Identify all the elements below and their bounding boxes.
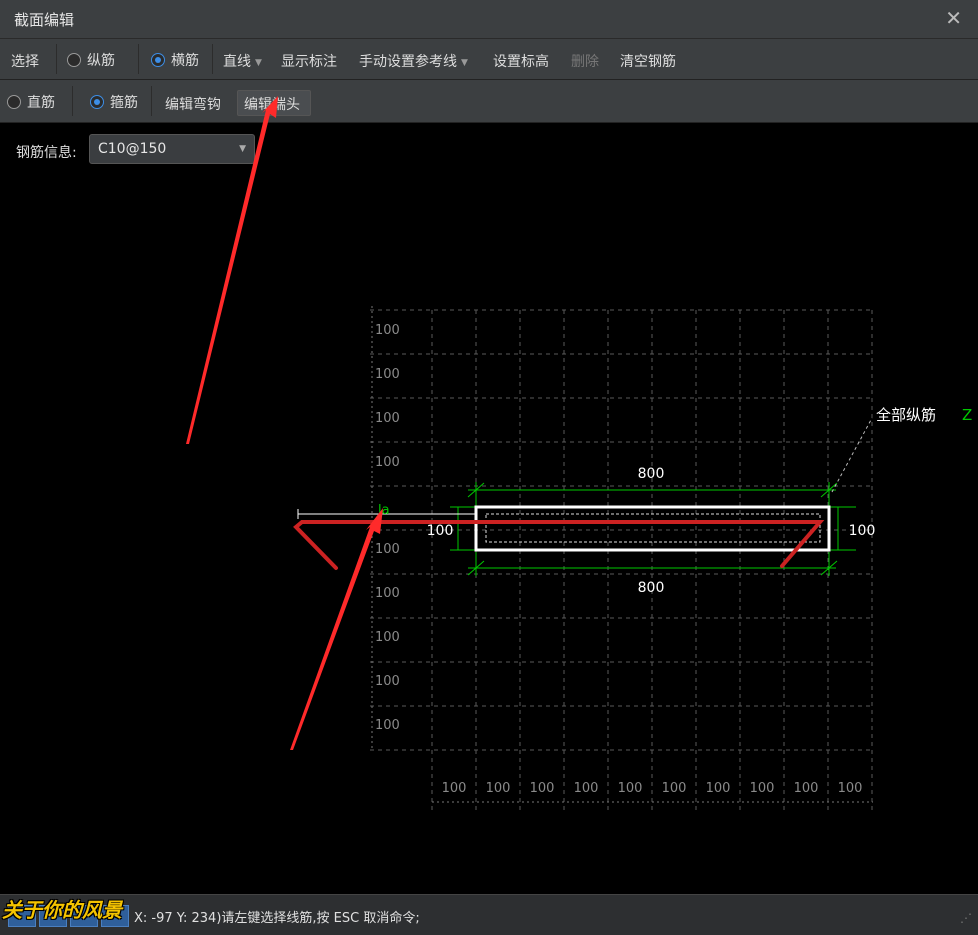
dimension-bottom-label: 800 [638,580,665,596]
drawing-canvas[interactable]: 100 100 100 100 100 100 100 100 100 100 100 100 100 1… [0,0,978,934]
grid-label: 100 [750,781,775,796]
grid-label: 100 [375,630,400,645]
watermark-text: 关于你的风景 [2,898,122,922]
grid-label: 100 [375,455,400,470]
grid-label: 100 [662,781,687,796]
resize-grip-icon[interactable]: ⋰ [960,911,972,925]
dimension-lines [450,482,856,576]
grid-label: 100 [838,781,863,796]
leader-line [831,417,873,493]
grid-label: 100 [574,781,599,796]
status-bar: X: -97 Y: 234)请左键选择线筋,按 ESC 取消命令; ⋰ [0,894,978,935]
status-message: X: -97 Y: 234)请左键选择线筋,按 ESC 取消命令; [134,911,420,926]
grid-label: 100 [375,718,400,733]
annotation-arrows [186,96,383,750]
reference-grid [370,306,873,812]
grid-label: 100 [375,542,400,557]
grid-label: 100 [618,781,643,796]
dimension-right-label: 100 [849,523,876,539]
grid-label: 100 [375,367,400,382]
grid-label: 100 [530,781,555,796]
cover-line [485,513,821,543]
leader-suffix: Z [962,406,972,424]
dimension-left-label: 100 [427,523,454,539]
grid-label: 100 [794,781,819,796]
leader-text: 全部纵筋 [876,406,936,424]
grid-label: 100 [375,586,400,601]
grid-label: 100 [486,781,511,796]
grid-label: 100 [706,781,731,796]
dimension-top-label: 800 [638,466,665,482]
grid-label: 100 [375,323,400,338]
grid-label: 100 [375,674,400,689]
grid-label: 100 [375,411,400,426]
grid-label: 100 [442,781,467,796]
